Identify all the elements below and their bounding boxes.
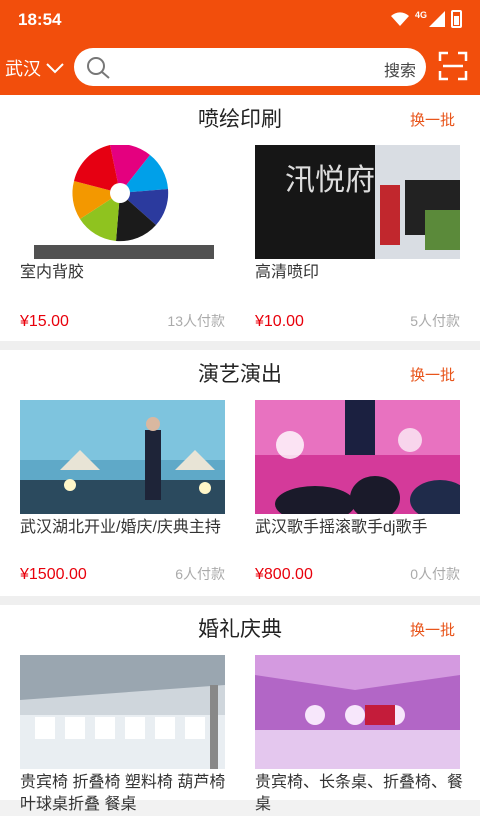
search-button[interactable]: 搜索: [384, 57, 416, 81]
section-wedding: 婚礼庆典 换一批 贵宾椅 折叠椅 塑料椅 葫芦椅 叶球桌折叠 餐桌 贵宾椅、长条…: [0, 605, 480, 813]
storefront-sign-image: 汛悦府: [255, 145, 460, 259]
refresh-batch-button[interactable]: 换一批: [410, 364, 455, 385]
product-price: ¥15.00: [20, 313, 69, 330]
product-price: ¥10.00: [255, 313, 304, 330]
section-divider: [0, 596, 480, 605]
refresh-batch-button[interactable]: 换一批: [410, 109, 455, 130]
wifi-icon: [390, 12, 409, 26]
product-name: 贵宾椅 折叠椅 塑料椅 葫芦椅 叶球桌折叠 餐桌: [20, 774, 226, 813]
chevron-down-icon: [46, 63, 64, 74]
status-icons: 4G: [390, 10, 462, 28]
section-printing: 喷绘印刷 换一批 室内背胶 ¥15.00 13人付款 汛悦府 高清喷印 ¥10.…: [0, 95, 480, 341]
product-price: ¥800.00: [255, 566, 313, 583]
product-card[interactable]: 贵宾椅 折叠椅 塑料椅 葫芦椅 叶球桌折叠 餐桌: [20, 655, 225, 816]
product-image: [20, 400, 225, 514]
product-image: [20, 145, 225, 259]
product-image: [255, 400, 460, 514]
product-name: 室内背胶: [20, 264, 85, 281]
section-title: 演艺演出: [198, 363, 282, 386]
product-image: 汛悦府: [255, 145, 460, 259]
refresh-batch-button[interactable]: 换一批: [410, 619, 455, 640]
singer-stage-image: [255, 400, 460, 514]
product-card[interactable]: 贵宾椅、长条桌、折叠椅、餐桌: [255, 655, 463, 816]
status-time: 18:54: [18, 10, 62, 29]
search-box[interactable]: 搜索: [74, 48, 426, 86]
product-sales-count: 13人付款: [167, 313, 225, 329]
scan-icon[interactable]: [438, 51, 468, 81]
section-divider: [0, 341, 480, 350]
colorful-logo-image: [30, 145, 215, 259]
search-icon: [87, 57, 110, 79]
product-name: 武汉歌手摇滚歌手dj歌手: [255, 519, 428, 536]
search-input[interactable]: [118, 54, 358, 80]
battery-icon: [451, 10, 462, 28]
svg-text:汛悦府: 汛悦府: [285, 164, 375, 197]
product-price: ¥1500.00: [20, 566, 87, 583]
section-title: 婚礼庆典: [198, 618, 282, 641]
network-type-label: 4G: [414, 10, 427, 20]
purple-tent-image: [255, 655, 460, 769]
signal-icon: [429, 11, 445, 27]
product-card[interactable]: 室内背胶 ¥15.00 13人付款: [20, 145, 225, 330]
product-image: [20, 655, 225, 769]
search-row: 武汉 搜索: [0, 48, 480, 86]
city-label: 武汉: [5, 59, 41, 79]
section-performance: 演艺演出 换一批 武汉湖北开业/婚庆/庆典主持 ¥1500.00 6人付款 武汉…: [0, 350, 480, 596]
product-card[interactable]: 武汉湖北开业/婚庆/庆典主持 ¥1500.00 6人付款: [20, 400, 225, 583]
product-sales-count: 6人付款: [175, 566, 225, 582]
product-sales-count: 0人付款: [410, 566, 460, 582]
product-card[interactable]: 武汉歌手摇滚歌手dj歌手 ¥800.00 0人付款: [255, 400, 460, 583]
app-header: 18:54 4G 武汉 搜索: [0, 0, 480, 95]
status-bar: 18:54 4G: [0, 0, 480, 40]
banquet-tent-image: [20, 655, 225, 769]
section-title: 喷绘印刷: [198, 108, 282, 131]
product-card[interactable]: 汛悦府 高清喷印 ¥10.00 5人付款: [255, 145, 460, 330]
stage-host-image: [20, 400, 225, 514]
product-name: 武汉湖北开业/婚庆/庆典主持: [20, 519, 221, 536]
product-name: 贵宾椅、长条桌、折叠椅、餐桌: [255, 774, 464, 813]
product-image: [255, 655, 460, 769]
product-name: 高清喷印: [255, 264, 320, 281]
city-selector[interactable]: 武汉: [5, 55, 65, 81]
product-sales-count: 5人付款: [410, 313, 460, 329]
